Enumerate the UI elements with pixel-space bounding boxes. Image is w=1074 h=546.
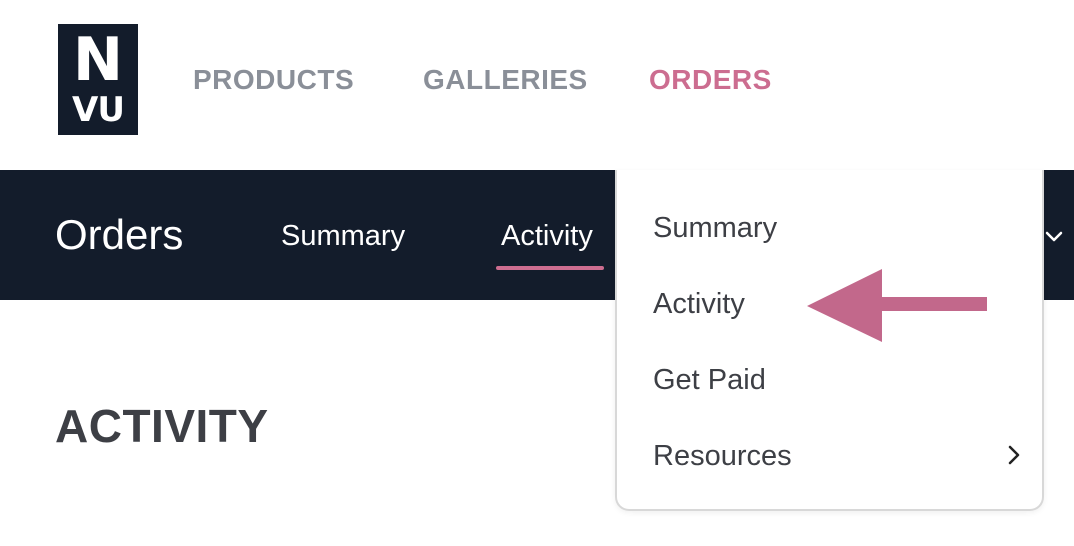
- page: N VU PRODUCTS GALLERIES ORDERS Orders Su…: [0, 0, 1074, 546]
- subnav-tab-summary[interactable]: Summary: [281, 218, 405, 254]
- logo-line-1: N: [72, 25, 124, 95]
- chevron-right-icon[interactable]: [1007, 440, 1021, 474]
- dropdown-item-resources[interactable]: Resources: [653, 438, 792, 474]
- chevron-down-icon[interactable]: [1044, 222, 1064, 252]
- subnav-title: Orders: [55, 211, 184, 258]
- nvu-logo[interactable]: N VU: [58, 24, 138, 135]
- page-title: ACTIVITY: [55, 400, 269, 452]
- chevron-right-icon-svg: [1008, 445, 1020, 465]
- annotation-arrow: [807, 269, 987, 342]
- logo-line-2: VU: [72, 90, 125, 130]
- subnav-tab-activity[interactable]: Activity: [501, 218, 593, 254]
- dropdown-item-get-paid[interactable]: Get Paid: [653, 362, 766, 398]
- top-nav-orders[interactable]: ORDERS: [649, 62, 772, 98]
- chevron-down-icon-svg: [1045, 231, 1063, 242]
- top-nav-galleries[interactable]: GALLERIES: [423, 62, 588, 98]
- dropdown-item-activity[interactable]: Activity: [653, 286, 745, 322]
- dropdown-item-summary[interactable]: Summary: [653, 210, 777, 246]
- top-nav-products[interactable]: PRODUCTS: [193, 62, 354, 98]
- active-tab-underline: [496, 266, 604, 270]
